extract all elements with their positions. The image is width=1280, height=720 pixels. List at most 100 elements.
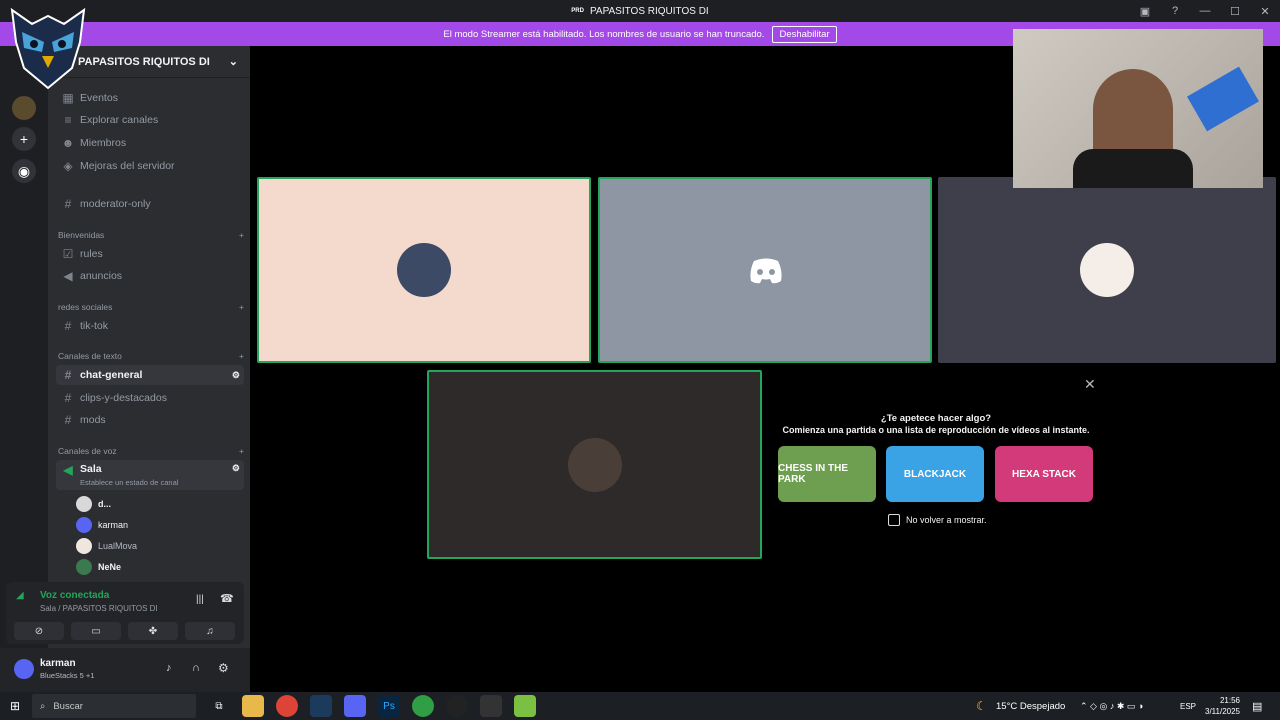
channel-mods[interactable]: # mods <box>56 410 244 430</box>
hash-icon: # <box>64 368 72 382</box>
help-icon[interactable]: ? <box>1160 5 1190 17</box>
server-icon[interactable] <box>12 96 36 120</box>
streamer-shirt <box>1073 149 1193 188</box>
add-channel-icon[interactable]: + <box>239 302 244 312</box>
category-bienvenidas[interactable]: Bienvenidas + <box>58 230 244 240</box>
discover-icon[interactable]: ◉ <box>12 159 36 183</box>
taskbar-search[interactable]: ⌕ Buscar <box>32 694 196 718</box>
microphone-icon[interactable]: ♪ <box>166 662 172 674</box>
nav-members[interactable]: ☻ Miembros <box>56 133 244 153</box>
tray-icons[interactable]: ⌃ ◇ ◎ ♪ ✱ ▭ ◑ <box>1080 701 1143 712</box>
app-icon[interactable] <box>412 695 434 717</box>
windows-taskbar: ⊞ ⌕ Buscar ⧉ Ps ☾ 15°C Despejado ⌃ ◇ ◎ ♪… <box>0 692 1280 720</box>
voice-channel-sala[interactable]: ◀ Sala Establece un estado de canal ⚙ <box>56 460 244 490</box>
bluestacks-icon[interactable] <box>514 695 536 717</box>
server-name: PAPASITOS RIQUITOS DI <box>78 55 210 68</box>
activities-button[interactable]: ✤ <box>128 622 178 640</box>
voice-user[interactable]: d... <box>76 496 111 512</box>
activity-subheading: Comienza una partida o una lista de repr… <box>782 425 1090 435</box>
participant-tile[interactable] <box>598 177 932 363</box>
voice-connection-panel: ◢ Voz conectada Sala / PAPASITOS RIQUITO… <box>6 582 244 644</box>
game-blackjack[interactable]: BLACKJACK <box>886 446 984 502</box>
windows-start-icon[interactable]: ⊞ <box>10 699 20 713</box>
channel-status[interactable]: Establece un estado de canal <box>80 478 178 487</box>
settings-icon[interactable]: ⚙ <box>232 463 240 474</box>
clock-time[interactable]: 21:56 <box>1204 696 1240 705</box>
add-channel-icon[interactable]: + <box>239 446 244 456</box>
close-button[interactable]: ✕ <box>1250 5 1280 18</box>
speaker-icon: ◀ <box>63 463 73 477</box>
obs-icon[interactable] <box>446 695 468 717</box>
chevron-down-icon[interactable]: ⌄ <box>229 55 238 68</box>
task-view-icon[interactable]: ⧉ <box>208 695 230 717</box>
voice-user-name: LualMova <box>98 541 138 551</box>
channel-chat-general[interactable]: # chat-general ⚙ <box>56 365 244 385</box>
category-texto[interactable]: Canales de texto + <box>58 351 244 361</box>
add-server-icon[interactable]: + <box>12 127 36 151</box>
language-indicator[interactable]: ESP <box>1180 702 1196 711</box>
voice-status[interactable]: Voz conectada <box>40 590 109 601</box>
game-hexa-stack[interactable]: HEXA STACK <box>995 446 1093 502</box>
discord-taskbar-icon[interactable] <box>344 695 366 717</box>
hash-icon: # <box>64 413 72 427</box>
file-explorer-icon[interactable] <box>242 695 264 717</box>
chrome-icon[interactable] <box>276 695 298 717</box>
hash-icon: # <box>64 197 72 211</box>
close-icon[interactable]: ✕ <box>1084 376 1096 393</box>
checkbox[interactable] <box>888 514 900 526</box>
add-channel-icon[interactable]: + <box>239 230 244 240</box>
voice-user-name: NeNe <box>98 562 122 572</box>
voice-user[interactable]: LualMova <box>76 538 137 554</box>
camera-button[interactable]: ⊘ <box>14 622 64 640</box>
inbox-icon[interactable]: ▣ <box>1130 5 1160 18</box>
channel-label: tik-tok <box>80 320 109 332</box>
channel-anuncios[interactable]: ◀ anuncios <box>56 266 244 286</box>
nav-browse-channels[interactable]: ≡ Explorar canales <box>56 110 244 130</box>
nav-label: Mejoras del servidor <box>80 160 175 172</box>
disable-streamer-button[interactable]: Deshabilitar <box>772 25 837 43</box>
category-voz[interactable]: Canales de voz + <box>58 446 244 456</box>
channel-label: Sala <box>80 463 102 475</box>
dont-show-option[interactable]: No volver a mostrar. <box>888 514 987 526</box>
capcut-icon[interactable] <box>480 695 502 717</box>
minimize-button[interactable]: — <box>1190 5 1220 17</box>
user-activity: BlueStacks 5 +1 <box>40 671 95 680</box>
channel-rules[interactable]: ☑ rules <box>56 244 244 264</box>
channel-moderator-only[interactable]: # moderator-only <box>56 194 244 214</box>
add-channel-icon[interactable]: + <box>239 351 244 361</box>
category-redes[interactable]: redes sociales + <box>58 302 244 312</box>
notification-icon[interactable]: ▤ <box>1252 700 1262 713</box>
soundboard-button[interactable]: ♫ <box>185 622 235 640</box>
search-icon: ⌕ <box>40 700 46 712</box>
photoshop-icon[interactable]: Ps <box>378 695 400 717</box>
voice-user[interactable]: karman <box>76 517 128 533</box>
window-title: PAPASITOS RIQUITOS DI <box>589 5 709 17</box>
dont-show-label: No volver a mostrar. <box>906 515 987 525</box>
user-panel: karman BlueStacks 5 +1 ♪ ∩ ⚙ <box>0 648 250 692</box>
discord-icon <box>750 258 782 284</box>
settings-icon[interactable]: ⚙ <box>232 370 240 381</box>
headphones-icon[interactable]: ∩ <box>192 662 200 674</box>
clock-date[interactable]: 3/11/2025 <box>1200 707 1240 716</box>
steam-icon[interactable] <box>310 695 332 717</box>
nav-server-boost[interactable]: ◈ Mejoras del servidor <box>56 156 244 176</box>
voice-user[interactable]: NeNe <box>76 559 121 575</box>
avatar[interactable] <box>14 659 34 679</box>
channel-label: anuncios <box>80 270 123 282</box>
participant-tile[interactable] <box>427 370 762 559</box>
channel-tik-tok[interactable]: # tik-tok <box>56 316 244 336</box>
screen-share-button[interactable]: ▭ <box>71 622 121 640</box>
participant-tile[interactable] <box>938 177 1276 363</box>
participant-tile[interactable] <box>257 177 591 363</box>
toy-blaster <box>1187 66 1259 132</box>
maximize-button[interactable]: ☐ <box>1220 5 1250 18</box>
settings-icon[interactable]: ⚙ <box>218 661 229 675</box>
weather-text[interactable]: 15°C Despejado <box>996 701 1065 712</box>
channel-label: clips-y-destacados <box>80 392 167 404</box>
avatar <box>76 559 92 575</box>
channel-clips[interactable]: # clips-y-destacados <box>56 388 244 408</box>
noise-icon[interactable]: ||| <box>196 594 204 605</box>
game-chess-in-the-park[interactable]: CHESS IN THE PARK <box>778 446 876 502</box>
voice-location: Sala / PAPASITOS RIQUITOS DI <box>40 604 158 613</box>
disconnect-icon[interactable]: ☎ <box>220 592 234 605</box>
